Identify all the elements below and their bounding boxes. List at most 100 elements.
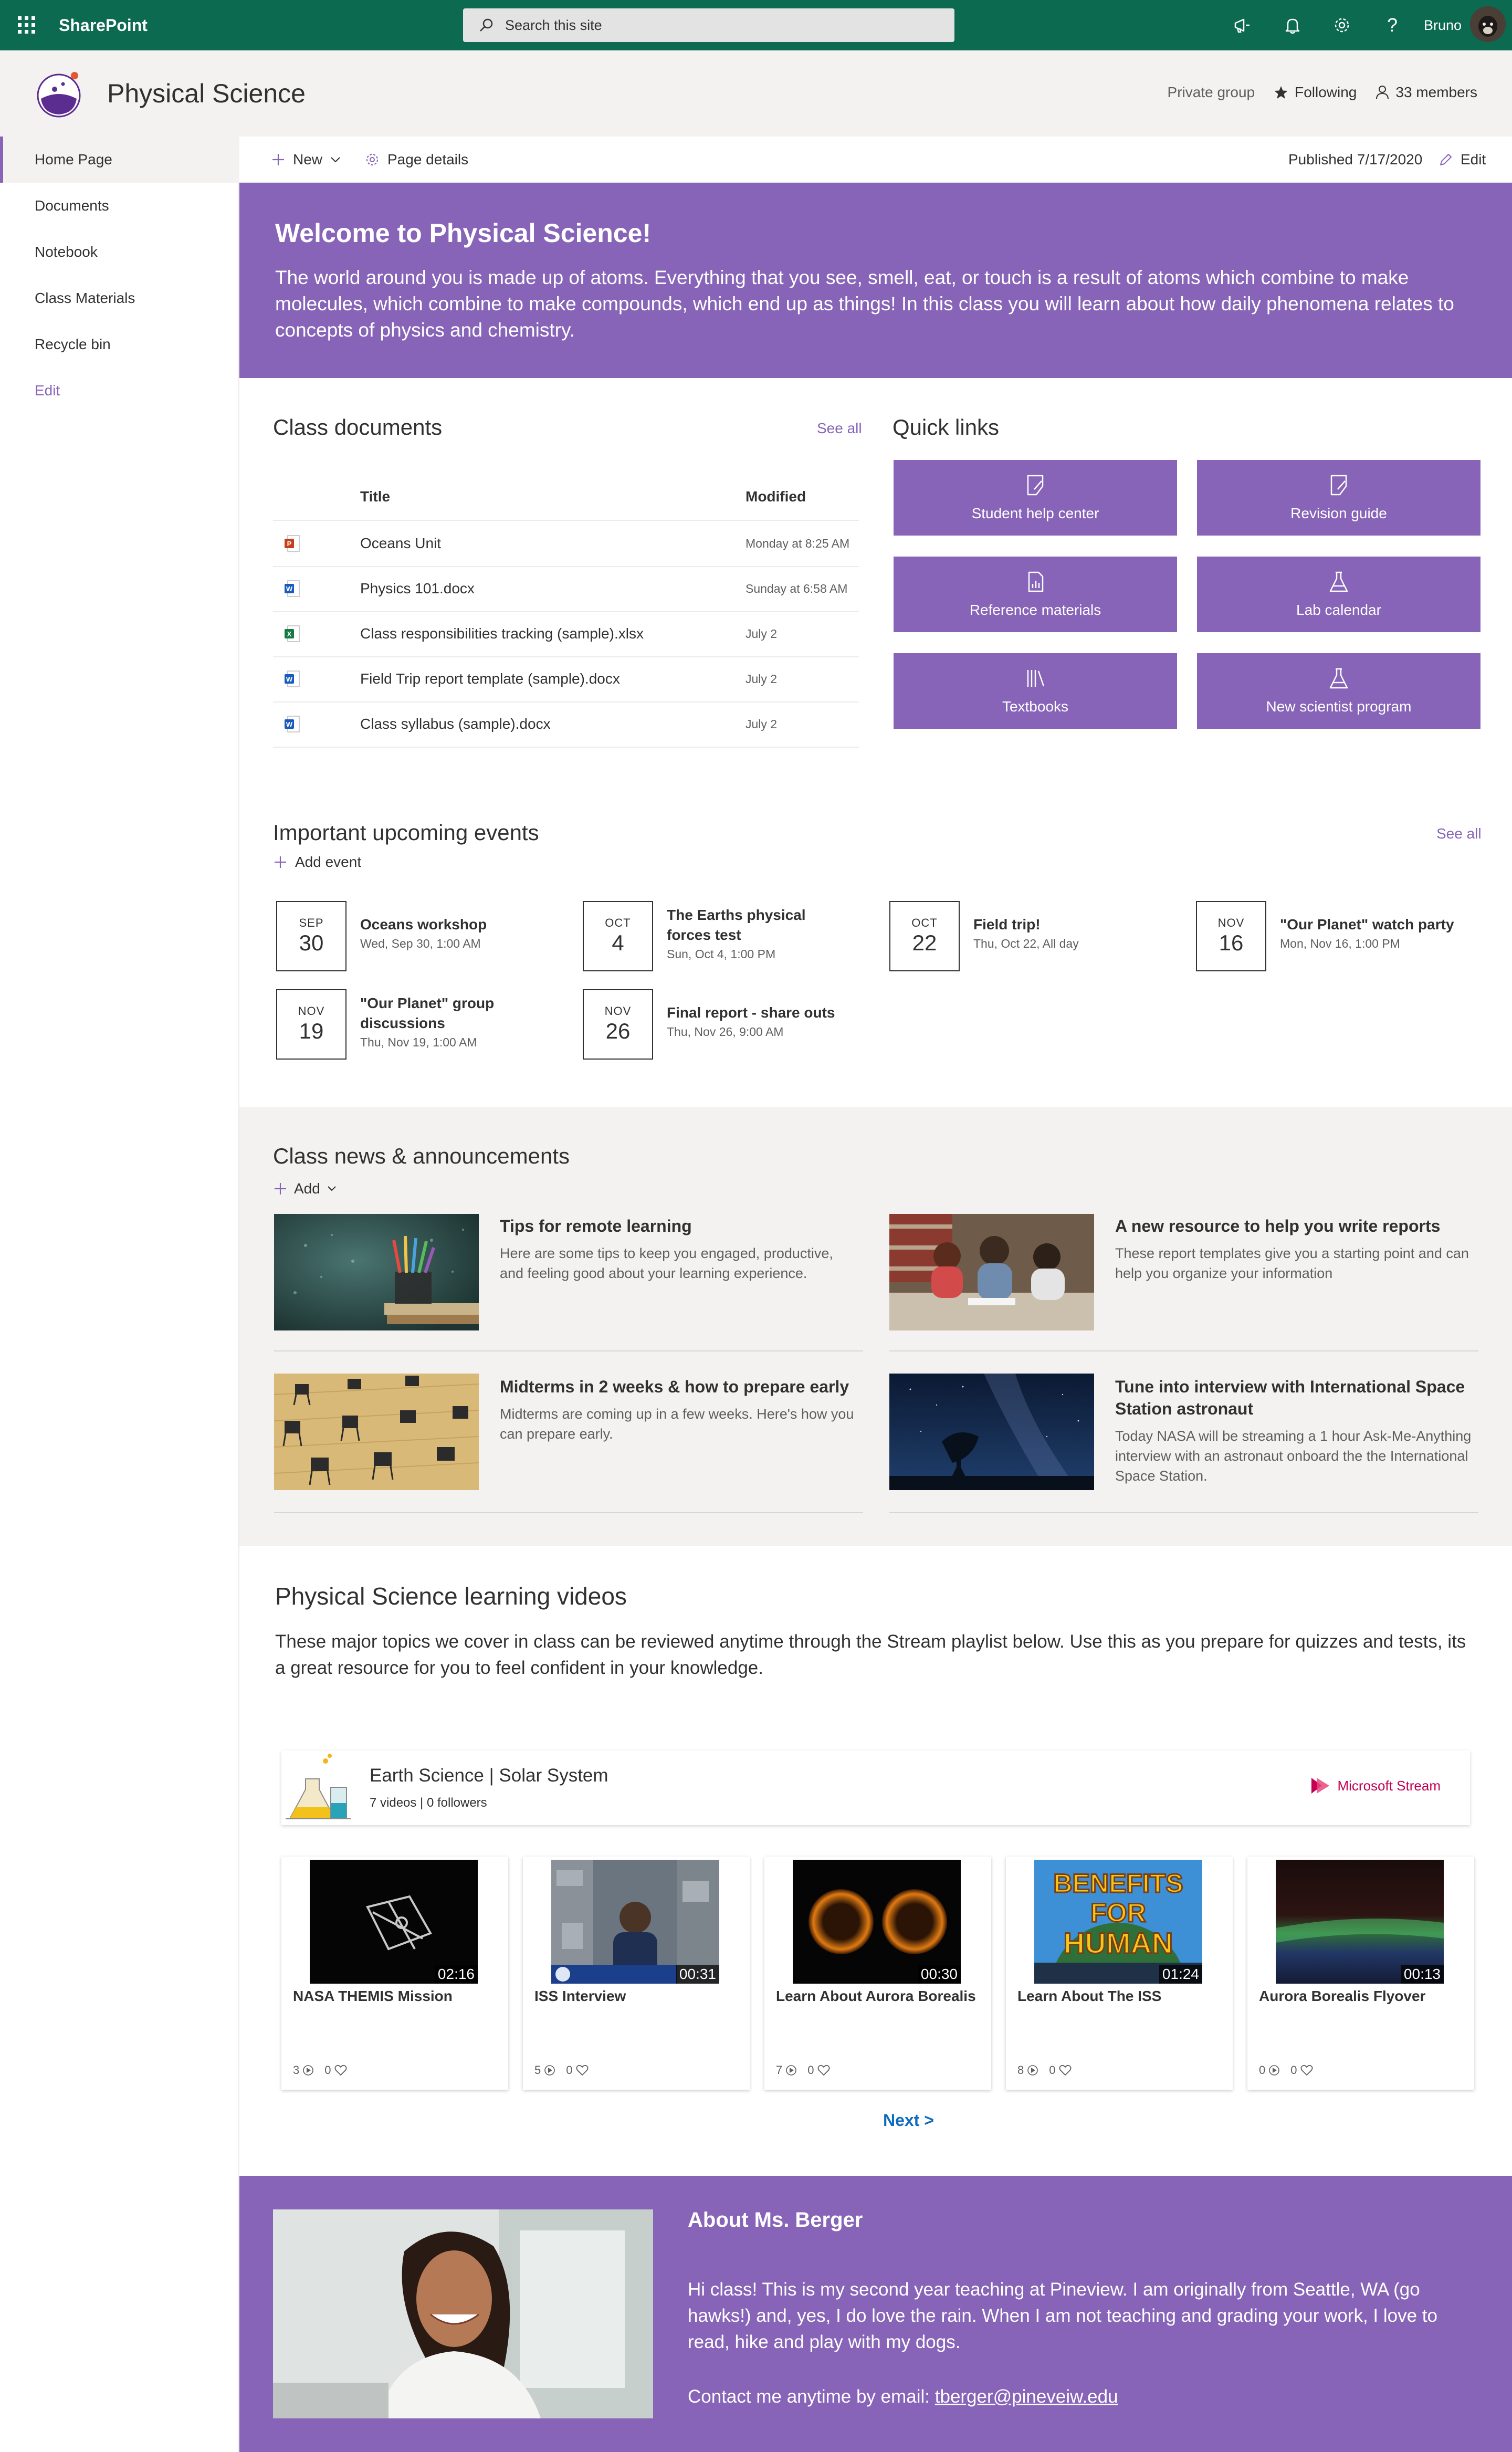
event-item[interactable]: SEP 30 Oceans workshop Wed, Sep 30, 1:00 A…	[276, 901, 487, 971]
event-title[interactable]: Final report - share outs	[667, 1003, 845, 1023]
nav-item-home-page[interactable]: Home Page	[0, 137, 273, 183]
megaphone-icon[interactable]	[1228, 12, 1256, 39]
svg-text:P: P	[287, 540, 292, 548]
add-event-button[interactable]: Add event	[273, 854, 361, 871]
email-link[interactable]: tberger@pineveiw.edu	[935, 2386, 1118, 2407]
document-title[interactable]: Field Trip report template (sample).docx	[360, 656, 620, 701]
video-title[interactable]: Learn About The ISS	[1017, 1988, 1161, 2005]
nav-item-recycle-bin[interactable]: Recycle bin	[0, 321, 273, 368]
nav-item-class-materials[interactable]: Class Materials	[0, 275, 273, 321]
event-item[interactable]: OCT 4 The Earths physical forces test Sun,…	[583, 901, 806, 971]
event-item[interactable]: OCT 22 Field trip! Thu, Oct 22, All day	[889, 901, 1079, 971]
heart-icon[interactable]	[1300, 2065, 1313, 2076]
video-card[interactable]: BENEFITS FOR HUMAN 01:24 Learn About The…	[1006, 1857, 1233, 2090]
nav-item-notebook[interactable]: Notebook	[0, 229, 273, 275]
event-item[interactable]: NOV 26 Final report - share outs Thu, Nov …	[583, 989, 835, 1060]
news-title-item[interactable]: Tips for remote learning	[500, 1215, 857, 1237]
app-name[interactable]: SharePoint	[59, 14, 148, 36]
news-thumbnail-satellite-dish[interactable]	[889, 1374, 1094, 1490]
news-thumbnail-pencils[interactable]	[274, 1214, 479, 1330]
video-title[interactable]: Learn About Aurora Borealis	[776, 1988, 976, 2005]
next-page-link[interactable]: Next >	[883, 2111, 934, 2130]
bell-icon[interactable]	[1279, 12, 1306, 39]
stream-playlist-header[interactable]: Earth Science | Solar System 7 videos | …	[281, 1751, 1470, 1825]
video-thumbnail[interactable]: 00:30	[793, 1860, 961, 1984]
quick-link-reference-materials[interactable]: Reference materials	[894, 557, 1177, 632]
event-title[interactable]: Oceans workshop	[360, 915, 539, 935]
video-thumbnail[interactable]: 00:13	[1276, 1860, 1444, 1984]
members-label: 33 members	[1395, 84, 1477, 100]
document-title[interactable]: Class responsibilities tracking (sample)…	[360, 611, 644, 656]
video-title[interactable]: ISS Interview	[534, 1988, 626, 2005]
news-title-item[interactable]: Midterms in 2 weeks & how to prepare ear…	[500, 1376, 857, 1398]
document-row[interactable]: W Class syllabus (sample).docx July 2	[273, 701, 859, 748]
new-button[interactable]: New	[271, 137, 341, 183]
beaker-icon	[1329, 571, 1348, 592]
news-description: Today NASA will be streaming a 1 hour As…	[1115, 1428, 1472, 1484]
news-title-item[interactable]: A new resource to help you write reports	[1115, 1215, 1472, 1237]
column-header-modified[interactable]: Modified	[746, 488, 806, 505]
news-title-item[interactable]: Tune into interview with International S…	[1115, 1376, 1472, 1420]
microsoft-stream-link[interactable]: Microsoft Stream	[1310, 1777, 1441, 1795]
add-news-button[interactable]: Add	[273, 1180, 337, 1197]
edit-page-icon	[1027, 475, 1044, 496]
documents-see-all-link[interactable]: See all	[817, 420, 862, 437]
following-button[interactable]: Following	[1274, 84, 1357, 101]
event-item[interactable]: NOV 16 "Our Planet" watch party Mon, Nov 1…	[1196, 901, 1454, 971]
video-stats: 3 0	[293, 2063, 347, 2077]
event-title[interactable]: The Earths physical forces test	[667, 905, 845, 945]
video-duration: 02:16	[434, 1965, 478, 1984]
site-title[interactable]: Physical Science	[107, 78, 306, 109]
event-item[interactable]: NOV 19 "Our Planet" group discussions Thu,…	[276, 989, 494, 1060]
heart-icon[interactable]	[334, 2065, 347, 2076]
app-launcher-icon[interactable]	[16, 14, 38, 36]
video-card[interactable]: 00:30 Learn About Aurora Borealis 7 0	[764, 1857, 991, 2090]
heart-icon[interactable]	[576, 2065, 589, 2076]
quick-link-student-help-center[interactable]: Student help center	[894, 460, 1177, 536]
video-card[interactable]: 00:13 Aurora Borealis Flyover 0 0	[1247, 1857, 1474, 2090]
document-row[interactable]: P Oceans Unit Monday at 8:25 AM	[273, 521, 859, 567]
quick-link-new-scientist-program[interactable]: New scientist program	[1197, 653, 1480, 729]
help-icon[interactable]: ?	[1379, 12, 1406, 39]
quick-link-lab-calendar[interactable]: Lab calendar	[1197, 557, 1480, 632]
user-name[interactable]: Bruno	[1424, 15, 1462, 36]
video-title[interactable]: Aurora Borealis Flyover	[1259, 1988, 1425, 2005]
gear-icon[interactable]	[1328, 12, 1356, 39]
heart-icon[interactable]	[817, 2065, 830, 2076]
video-card[interactable]: 02:16 NASA THEMIS Mission 3 0	[281, 1857, 508, 2090]
document-row[interactable]: W Physics 101.docx Sunday at 6:58 AM	[273, 566, 859, 612]
video-thumbnail[interactable]: BENEFITS FOR HUMAN 01:24	[1034, 1860, 1202, 1984]
nav-edit-link[interactable]: Edit	[0, 368, 273, 414]
nav-item-documents[interactable]: Documents	[0, 183, 273, 229]
playlist-title[interactable]: Earth Science | Solar System	[370, 1765, 608, 1786]
edit-page-button[interactable]: Edit	[1438, 137, 1486, 183]
event-title[interactable]: "Our Planet" watch party	[1280, 915, 1458, 935]
event-title[interactable]: Field trip!	[973, 915, 1152, 935]
news-thumbnail-classroom[interactable]	[274, 1374, 479, 1490]
page-details-button[interactable]: Page details	[364, 137, 468, 183]
about-contact: Contact me anytime by email: tberger@pin…	[688, 2384, 1118, 2410]
document-row[interactable]: X Class responsibilities tracking (sampl…	[273, 611, 859, 657]
document-title[interactable]: Physics 101.docx	[360, 566, 475, 611]
heart-icon[interactable]	[1059, 2065, 1072, 2076]
video-title[interactable]: NASA THEMIS Mission	[293, 1988, 453, 2005]
search-box[interactable]: Search this site	[463, 8, 954, 42]
document-title[interactable]: Oceans Unit	[360, 521, 441, 566]
column-header-title[interactable]: Title	[360, 488, 390, 505]
video-card[interactable]: 00:31 ISS Interview 5 0	[523, 1857, 750, 2090]
video-thumbnail[interactable]: 02:16	[310, 1860, 478, 1984]
members-button[interactable]: 33 members	[1376, 84, 1477, 101]
event-title[interactable]: "Our Planet" group discussions	[360, 993, 539, 1033]
document-title[interactable]: Class syllabus (sample).docx	[360, 701, 551, 747]
news-thumbnail-students[interactable]	[889, 1214, 1094, 1330]
svg-text:X: X	[287, 630, 292, 638]
event-day: 19	[299, 1019, 324, 1043]
about-title: About Ms. Berger	[688, 2208, 863, 2231]
video-thumbnail[interactable]: 00:31	[551, 1860, 719, 1984]
events-see-all-link[interactable]: See all	[1436, 825, 1482, 842]
user-avatar[interactable]	[1470, 6, 1506, 42]
quick-link-revision-guide[interactable]: Revision guide	[1197, 460, 1480, 536]
site-logo-icon[interactable]	[34, 68, 84, 119]
document-row[interactable]: W Field Trip report template (sample).do…	[273, 656, 859, 703]
quick-link-textbooks[interactable]: Textbooks	[894, 653, 1177, 729]
